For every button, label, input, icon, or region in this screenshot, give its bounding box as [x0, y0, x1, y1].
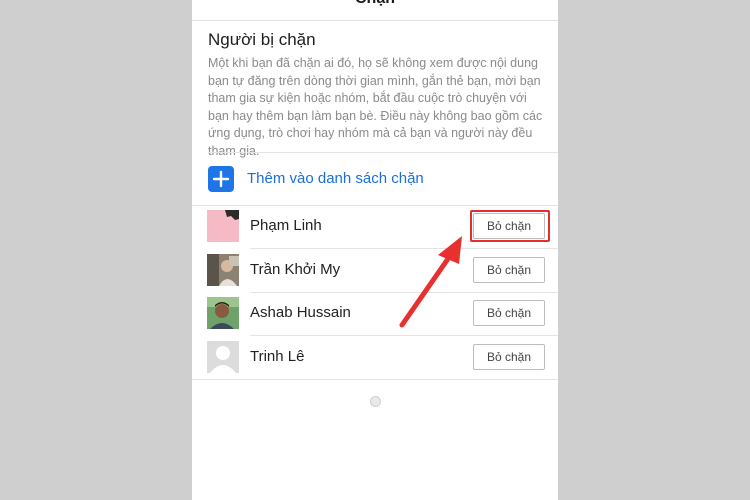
- annotation-arrow-icon: [399, 236, 462, 328]
